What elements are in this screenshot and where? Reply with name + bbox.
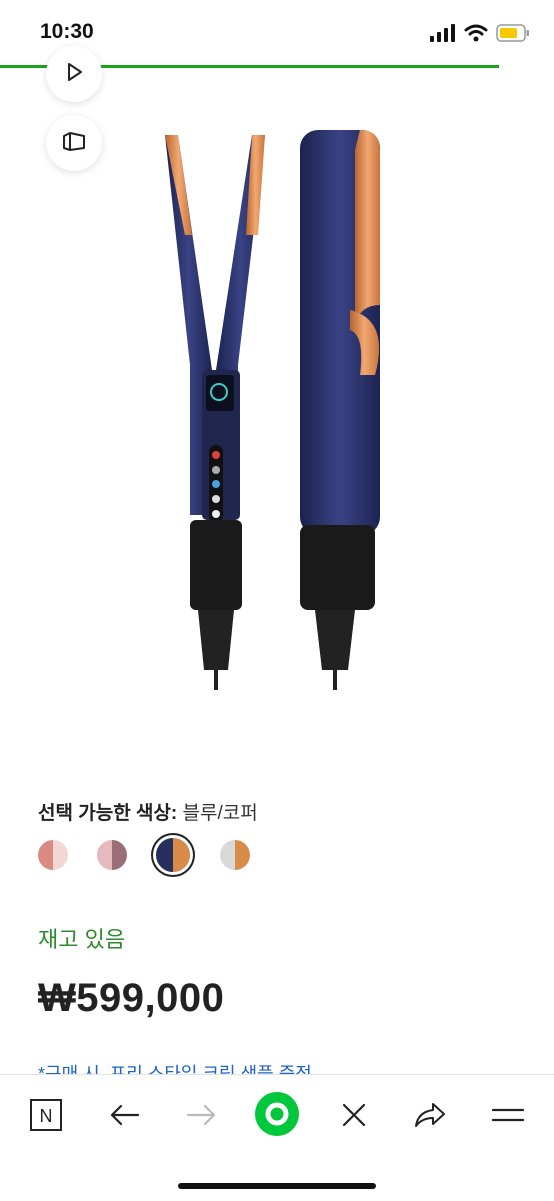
product-image [150,125,400,705]
close-button[interactable] [334,1097,374,1137]
color-swatch-rose-mauve[interactable] [97,840,127,870]
arrow-left-icon [108,1103,140,1132]
gallery-button[interactable] [46,115,102,171]
menu-button[interactable] [488,1097,528,1137]
browser-toolbar: N [0,1074,554,1201]
straightener-open [165,135,265,690]
color-swatch-pink-rose[interactable] [38,840,68,870]
color-label-prefix: 선택 가능한 색상: [38,803,178,824]
promo-text[interactable]: *구매 시, 프리 스타일 크림 샘플 증정 [38,1060,312,1074]
video-button[interactable] [46,46,102,102]
color-swatch-blue-copper[interactable] [156,838,190,872]
status-time: 10:30 [40,20,94,43]
selected-color-value: 블루/코퍼 [182,803,258,824]
arrow-right-icon [186,1103,218,1132]
wifi-icon [464,24,488,47]
play-icon [64,62,84,87]
menu-icon [491,1105,525,1130]
forward-button[interactable] [182,1097,222,1137]
naver-n-icon: N [29,1098,63,1137]
signal-icon [430,24,456,47]
green-dot-icon [254,1091,300,1142]
svg-text:N: N [40,1106,53,1126]
close-icon [341,1102,367,1133]
share-icon [413,1101,447,1134]
home-indicator [178,1183,376,1189]
stock-status: 재고 있음 [38,927,126,952]
share-button[interactable] [410,1097,450,1137]
color-swatch-silver-copper[interactable] [220,840,250,870]
product-price: ₩599,000 [38,976,225,1020]
battery-icon [496,24,530,47]
straightener-closed [300,130,380,690]
back-button[interactable] [104,1097,144,1137]
status-icons [430,24,530,47]
color-selection-label: 선택 가능한 색상: 블루/코퍼 [38,798,258,825]
naver-green-button[interactable] [254,1091,300,1142]
color-swatches [38,838,279,872]
gallery-icon [60,130,88,157]
naver-home-button[interactable]: N [26,1097,66,1137]
